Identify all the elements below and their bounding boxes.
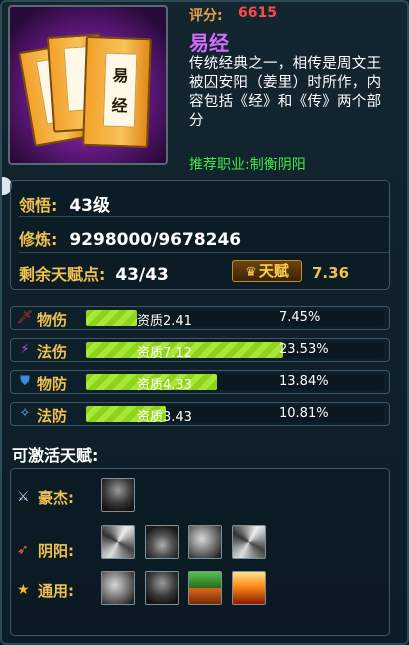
attribute-percent: 23.53% — [279, 342, 329, 357]
attribute-bar-fill — [86, 310, 137, 326]
divider — [19, 252, 389, 253]
attribute-row: ⛊ 物防 资质4.33 13.84% — [10, 370, 390, 394]
attribute-name: 物防 — [37, 375, 68, 393]
knight-skill-icon[interactable] — [145, 571, 179, 605]
group-label-hero: 豪杰: — [38, 489, 74, 507]
cultivation-label: 修炼: — [19, 230, 58, 249]
attribute-name: 法防 — [37, 407, 68, 425]
score-label: 评分: — [189, 8, 223, 24]
attribute-quality: 资质3.43 — [137, 410, 192, 425]
fire-crown-skill-icon[interactable] — [232, 571, 266, 605]
attribute-name: 物伤 — [37, 311, 68, 329]
remaining-label: 剩余天赋点: — [19, 265, 106, 284]
cultivation-value: 9298000/9678246 — [69, 230, 242, 250]
attribute-quality: 资质4.33 — [137, 378, 192, 393]
attribute-percent: 7.45% — [279, 310, 321, 325]
talent-button[interactable]: ♛ 天赋 — [232, 260, 302, 282]
item-name: 易经 — [189, 31, 229, 55]
attribute-quality: 资质2.41 — [137, 314, 192, 329]
book-title-glyph: 经 — [111, 95, 128, 116]
magic-wand-icon: ⚡ — [20, 342, 30, 357]
dragon-head-skill-icon[interactable] — [101, 478, 135, 512]
recommended-class: 推荐职业:制衡阴阳 — [189, 157, 306, 173]
score-value: 6615 — [238, 5, 277, 21]
group-label-yinyang: 阴阳: — [38, 542, 74, 560]
beast-skill-icon[interactable] — [101, 571, 135, 605]
cloaked-figure-skill-icon[interactable] — [145, 525, 179, 559]
talent-value: 7.36 — [312, 264, 350, 282]
attribute-percent: 10.81% — [279, 406, 329, 421]
wind-slash-skill-icon[interactable] — [188, 525, 222, 559]
attribute-quality: 资质7.12 — [137, 346, 192, 361]
magic-shield-icon: ✧ — [19, 406, 31, 421]
item-description: 传统经典之一，相传是周文王被囚安阳（姜里）时所作，内容包括《经》和《传》两个部分 — [189, 56, 382, 129]
book-icon: 易 经 — [82, 35, 152, 149]
crown-icon: ♛ — [245, 265, 257, 280]
star-icon: ★ — [17, 582, 30, 598]
attribute-name: 法伤 — [37, 343, 68, 361]
activatable-title: 可激活天赋: — [12, 446, 99, 465]
group-label-general: 通用: — [38, 582, 74, 600]
divider — [19, 216, 389, 217]
remaining-value: 43/43 — [115, 265, 169, 285]
item-icon-frame: 易 经 — [8, 5, 168, 165]
attribute-row: ✧ 法防 资质3.43 10.81% — [10, 402, 390, 426]
sword-icon: 🗡 — [16, 310, 34, 325]
yinyang-icon: ➶ — [17, 542, 29, 558]
whirl-skill-icon[interactable] — [101, 525, 135, 559]
attribute-row: 🗡 物伤 资质2.41 7.45% — [10, 306, 390, 330]
attribute-percent: 13.84% — [279, 374, 329, 389]
book-title-glyph: 易 — [112, 65, 129, 86]
talent-button-label: 天赋 — [258, 262, 289, 280]
vortex-skill-icon[interactable] — [232, 525, 266, 559]
warrior-skill-icon[interactable] — [188, 571, 222, 605]
remaining-row: 剩余天赋点: 43/43 — [19, 261, 169, 291]
item-tooltip-panel: 易 经 评分: 6615 易经 传统经典之一，相传是周文王被囚安阳（姜里）时所作… — [0, 0, 409, 645]
hero-icon: ⚔ — [17, 489, 30, 505]
comprehension-value: 43级 — [69, 196, 110, 216]
attribute-row: ⚡ 法伤 资质7.12 23.53% — [10, 338, 390, 362]
comprehension-label: 领悟: — [19, 196, 58, 215]
shield-icon: ⛊ — [20, 374, 30, 389]
